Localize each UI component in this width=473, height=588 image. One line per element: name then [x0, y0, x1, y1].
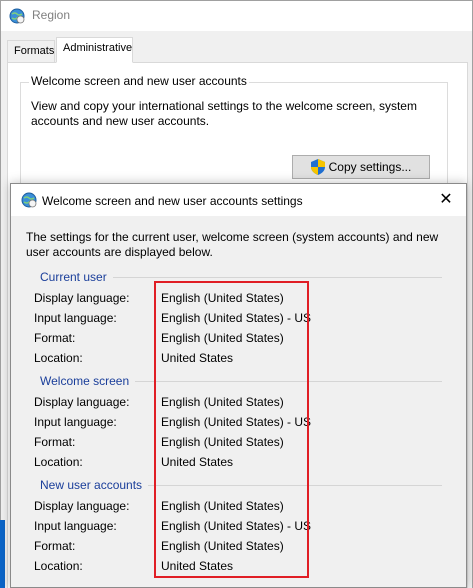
close-icon: ✕: [439, 191, 453, 208]
list-item: Format: English (United States): [34, 539, 434, 557]
setting-label: Location:: [34, 455, 83, 469]
setting-label: Location:: [34, 351, 83, 365]
copy-settings-button[interactable]: Copy settings...: [292, 155, 430, 179]
list-item: Format: English (United States): [34, 331, 434, 349]
setting-value: English (United States): [161, 291, 284, 305]
section-label: New user accounts: [40, 478, 143, 492]
list-item: Input language: English (United States) …: [34, 415, 434, 433]
list-item: Location: United States: [34, 559, 434, 577]
setting-value: English (United States) - US: [161, 519, 312, 533]
section-label: Current user: [40, 270, 107, 284]
setting-label: Display language:: [34, 395, 130, 409]
setting-value: English (United States): [161, 435, 284, 449]
globe-clock-icon: [21, 192, 37, 208]
dialog-title: Welcome screen and new user accounts set…: [42, 194, 303, 208]
section-welcome-screen: Welcome screen: [40, 373, 442, 389]
setting-value: United States: [161, 559, 234, 573]
setting-value: English (United States): [161, 499, 284, 513]
section-divider: [148, 484, 442, 486]
uac-shield-icon: [310, 159, 325, 175]
list-item: Input language: English (United States) …: [34, 519, 434, 537]
setting-label: Input language:: [34, 519, 117, 533]
setting-label: Input language:: [34, 415, 117, 429]
section-new-user-accounts: New user accounts: [40, 477, 442, 493]
region-window-title: Region: [32, 8, 71, 22]
setting-value: English (United States) - US: [161, 415, 312, 429]
list-item: Location: United States: [34, 351, 434, 369]
list-item: Format: English (United States): [34, 435, 434, 453]
setting-label: Format:: [34, 435, 76, 449]
section-divider: [135, 380, 442, 382]
setting-label: Input language:: [34, 311, 117, 325]
setting-value: United States: [161, 455, 234, 469]
welcome-group-legend: Welcome screen and new user accounts: [29, 74, 249, 88]
copy-settings-label: Copy settings...: [328, 160, 412, 174]
dialog-intro-text: The settings for the current user, welco…: [26, 230, 439, 259]
setting-label: Format:: [34, 539, 76, 553]
region-titlebar[interactable]: Region: [1, 1, 472, 31]
section-current-user: Current user: [40, 269, 442, 285]
welcome-group-description: View and copy your international setting…: [31, 99, 417, 128]
setting-value: English (United States): [161, 331, 284, 345]
welcome-settings-dialog: Welcome screen and new user accounts set…: [10, 183, 467, 588]
section-label: Welcome screen: [40, 374, 130, 388]
tab-formats[interactable]: Formats: [7, 40, 55, 63]
setting-value: United States: [161, 351, 234, 365]
setting-value: English (United States) - US: [161, 311, 312, 325]
close-button[interactable]: ✕: [426, 184, 466, 214]
taskbar-edge: [0, 520, 5, 588]
list-item: Location: United States: [34, 455, 434, 473]
setting-label: Format:: [34, 331, 76, 345]
tab-administrative[interactable]: Administrative: [56, 37, 133, 63]
section-divider: [112, 276, 442, 278]
list-item: Input language: English (United States) …: [34, 311, 434, 329]
list-item: Display language: English (United States…: [34, 499, 434, 517]
list-item: Display language: English (United States…: [34, 291, 434, 309]
setting-label: Display language:: [34, 499, 130, 513]
list-item: Display language: English (United States…: [34, 395, 434, 413]
setting-label: Display language:: [34, 291, 130, 305]
setting-value: English (United States): [161, 395, 284, 409]
setting-label: Location:: [34, 559, 83, 573]
globe-clock-icon: [9, 8, 25, 24]
dialog-titlebar[interactable]: Welcome screen and new user accounts set…: [11, 184, 466, 216]
setting-value: English (United States): [161, 539, 284, 553]
